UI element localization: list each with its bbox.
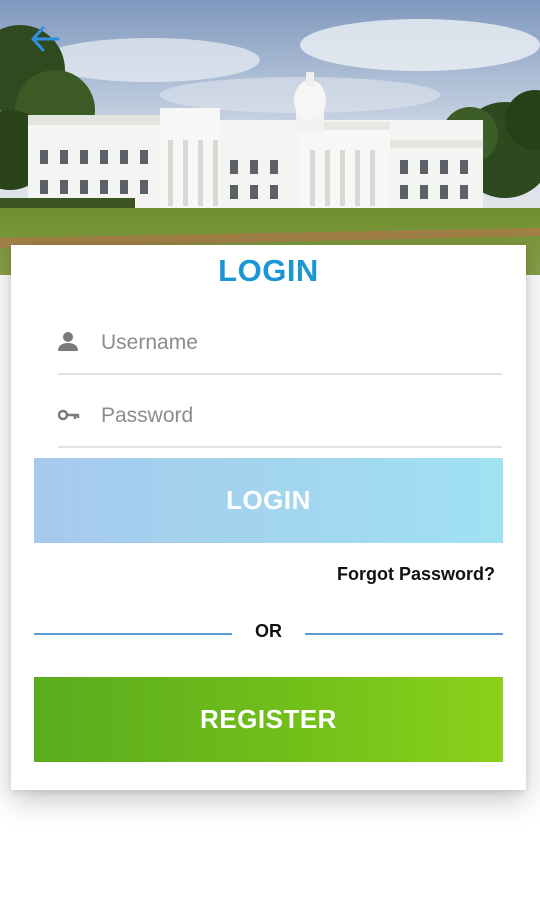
divider-right xyxy=(305,633,503,635)
password-input[interactable] xyxy=(101,396,491,436)
campus-building-illustration xyxy=(0,0,540,275)
login-title: LOGIN xyxy=(218,253,319,288)
login-card: LOGIN LOGIN Forgot Password? OR REGISTER xyxy=(11,245,526,790)
forgot-password-link[interactable]: Forgot Password? xyxy=(337,564,495,585)
login-button[interactable]: LOGIN xyxy=(34,458,503,543)
password-field[interactable] xyxy=(58,388,502,448)
key-icon xyxy=(58,409,80,421)
register-button[interactable]: REGISTER xyxy=(34,677,503,762)
header-campus-photo xyxy=(0,0,540,275)
divider-left xyxy=(34,633,232,635)
username-input[interactable] xyxy=(101,323,491,363)
back-arrow-icon[interactable] xyxy=(28,24,62,54)
person-icon xyxy=(58,332,78,351)
username-field[interactable] xyxy=(58,315,502,375)
or-divider-label: OR xyxy=(255,621,282,641)
